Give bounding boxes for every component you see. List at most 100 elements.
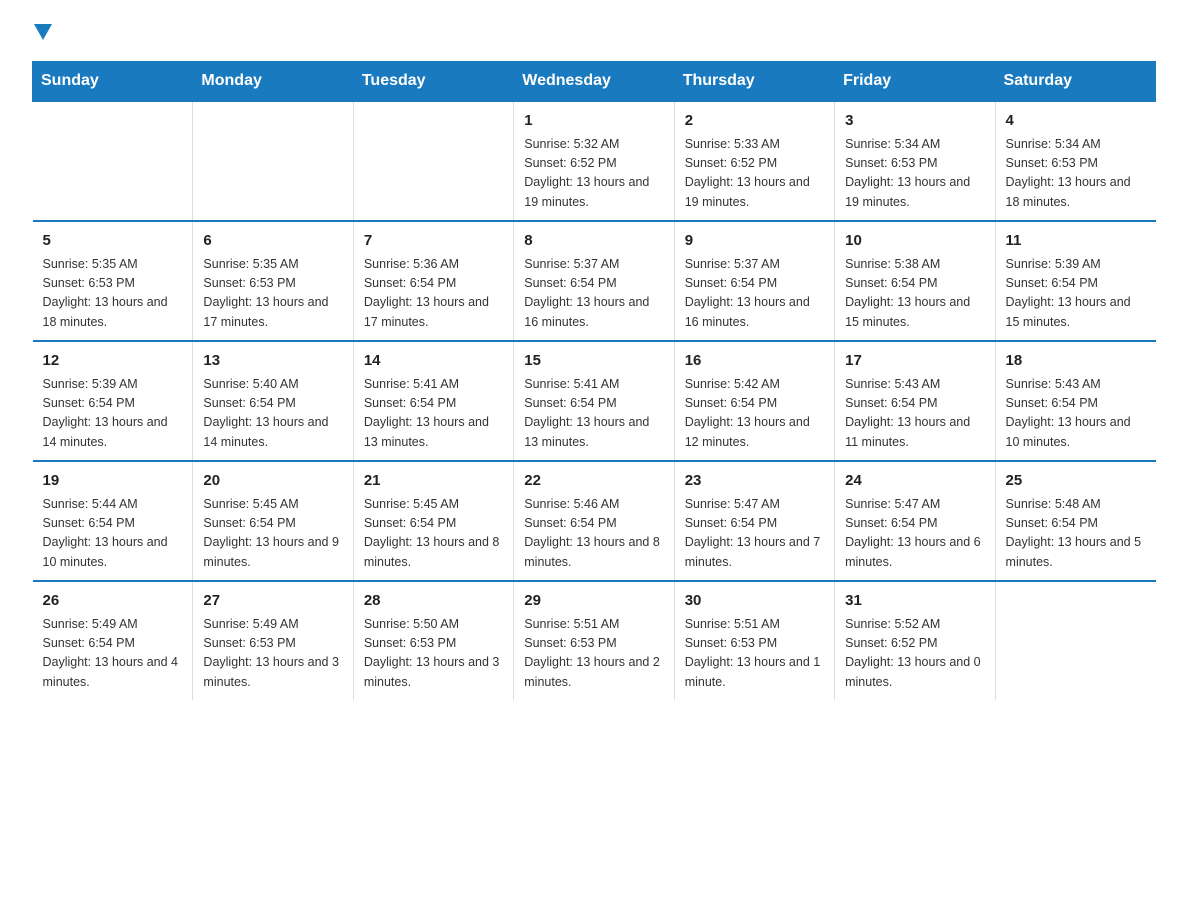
calendar-week-row: 19Sunrise: 5:44 AM Sunset: 6:54 PM Dayli…: [33, 461, 1156, 581]
day-info: Sunrise: 5:44 AM Sunset: 6:54 PM Dayligh…: [43, 495, 183, 573]
calendar-day-cell: 5Sunrise: 5:35 AM Sunset: 6:53 PM Daylig…: [33, 221, 193, 341]
day-number: 14: [364, 350, 503, 373]
day-number: 10: [845, 230, 984, 253]
day-number: 28: [364, 590, 503, 613]
day-info: Sunrise: 5:41 AM Sunset: 6:54 PM Dayligh…: [524, 375, 663, 453]
day-number: 18: [1006, 350, 1146, 373]
calendar-day-cell: 4Sunrise: 5:34 AM Sunset: 6:53 PM Daylig…: [995, 101, 1155, 221]
calendar-day-cell: 28Sunrise: 5:50 AM Sunset: 6:53 PM Dayli…: [353, 581, 513, 700]
day-number: 8: [524, 230, 663, 253]
calendar-header-row: SundayMondayTuesdayWednesdayThursdayFrid…: [33, 62, 1156, 102]
day-number: 12: [43, 350, 183, 373]
day-number: 30: [685, 590, 824, 613]
day-number: 27: [203, 590, 342, 613]
logo: [32, 24, 54, 45]
day-info: Sunrise: 5:41 AM Sunset: 6:54 PM Dayligh…: [364, 375, 503, 453]
calendar-day-cell: 8Sunrise: 5:37 AM Sunset: 6:54 PM Daylig…: [514, 221, 674, 341]
calendar-day-cell: [353, 101, 513, 221]
calendar-day-cell: [995, 581, 1155, 700]
day-number: 11: [1006, 230, 1146, 253]
calendar-day-cell: 27Sunrise: 5:49 AM Sunset: 6:53 PM Dayli…: [193, 581, 353, 700]
day-number: 5: [43, 230, 183, 253]
day-number: 3: [845, 110, 984, 133]
day-number: 2: [685, 110, 824, 133]
calendar-table: SundayMondayTuesdayWednesdayThursdayFrid…: [32, 61, 1156, 700]
day-info: Sunrise: 5:50 AM Sunset: 6:53 PM Dayligh…: [364, 615, 503, 693]
day-info: Sunrise: 5:43 AM Sunset: 6:54 PM Dayligh…: [845, 375, 984, 453]
calendar-day-cell: 14Sunrise: 5:41 AM Sunset: 6:54 PM Dayli…: [353, 341, 513, 461]
day-number: 29: [524, 590, 663, 613]
day-info: Sunrise: 5:51 AM Sunset: 6:53 PM Dayligh…: [685, 615, 824, 693]
calendar-day-cell: 19Sunrise: 5:44 AM Sunset: 6:54 PM Dayli…: [33, 461, 193, 581]
day-number: 4: [1006, 110, 1146, 133]
calendar-day-cell: 25Sunrise: 5:48 AM Sunset: 6:54 PM Dayli…: [995, 461, 1155, 581]
calendar-day-cell: 6Sunrise: 5:35 AM Sunset: 6:53 PM Daylig…: [193, 221, 353, 341]
day-number: 6: [203, 230, 342, 253]
day-info: Sunrise: 5:39 AM Sunset: 6:54 PM Dayligh…: [43, 375, 183, 453]
calendar-day-cell: 23Sunrise: 5:47 AM Sunset: 6:54 PM Dayli…: [674, 461, 834, 581]
day-info: Sunrise: 5:46 AM Sunset: 6:54 PM Dayligh…: [524, 495, 663, 573]
calendar-day-cell: 24Sunrise: 5:47 AM Sunset: 6:54 PM Dayli…: [835, 461, 995, 581]
calendar-day-cell: 26Sunrise: 5:49 AM Sunset: 6:54 PM Dayli…: [33, 581, 193, 700]
calendar-week-row: 5 Sunrise: 5:35 AM Sunset: 6:53 PM Daylig…: [33, 221, 1156, 341]
day-number: 17: [845, 350, 984, 373]
day-number: 13: [203, 350, 342, 373]
calendar-day-cell: 1Sunrise: 5:32 AM Sunset: 6:52 PM Daylig…: [514, 101, 674, 221]
day-info: Sunrise: 5:37 AM Sunset: 6:54 PM Dayligh…: [685, 255, 824, 333]
day-number: 7: [364, 230, 503, 253]
day-info: Sunrise: 5:40 AM Sunset: 6:54 PM Dayligh…: [203, 375, 342, 453]
day-info: Sunrise: 5:49 AM Sunset: 6:54 PM Dayligh…: [43, 615, 183, 693]
day-info: Sunrise: 5:49 AM Sunset: 6:53 PM Dayligh…: [203, 615, 342, 693]
day-info: Sunrise: 5:35 AM Sunset: 6:53 PM Dayligh…: [203, 255, 342, 333]
day-number: 19: [43, 470, 183, 493]
day-number: 15: [524, 350, 663, 373]
day-info: Sunrise: 5:43 AM Sunset: 6:54 PM Dayligh…: [1006, 375, 1146, 453]
day-info: Sunrise: 5:48 AM Sunset: 6:54 PM Dayligh…: [1006, 495, 1146, 573]
calendar-week-row: 26Sunrise: 5:49 AM Sunset: 6:54 PM Dayli…: [33, 581, 1156, 700]
day-number: 20: [203, 470, 342, 493]
day-info: Sunrise: 5:45 AM Sunset: 6:54 PM Dayligh…: [364, 495, 503, 573]
day-number: 25: [1006, 470, 1146, 493]
calendar-day-cell: 7Sunrise: 5:36 AM Sunset: 6:54 PM Daylig…: [353, 221, 513, 341]
calendar-day-cell: 11Sunrise: 5:39 AM Sunset: 6:54 PM Dayli…: [995, 221, 1155, 341]
day-info: Sunrise: 5:34 AM Sunset: 6:53 PM Dayligh…: [845, 135, 984, 213]
calendar-day-cell: [193, 101, 353, 221]
calendar-day-cell: 2Sunrise: 5:33 AM Sunset: 6:52 PM Daylig…: [674, 101, 834, 221]
calendar-day-cell: 13Sunrise: 5:40 AM Sunset: 6:54 PM Dayli…: [193, 341, 353, 461]
calendar-week-row: 1Sunrise: 5:32 AM Sunset: 6:52 PM Daylig…: [33, 101, 1156, 221]
calendar-day-header: Tuesday: [353, 62, 513, 102]
calendar-day-cell: 21Sunrise: 5:45 AM Sunset: 6:54 PM Dayli…: [353, 461, 513, 581]
calendar-day-header: Wednesday: [514, 62, 674, 102]
day-number: 16: [685, 350, 824, 373]
calendar-day-header: Thursday: [674, 62, 834, 102]
logo-arrow-icon: [34, 24, 52, 40]
day-info: Sunrise: 5:34 AM Sunset: 6:53 PM Dayligh…: [1006, 135, 1146, 213]
day-number: 9: [685, 230, 824, 253]
day-number: 1: [524, 110, 663, 133]
calendar-day-cell: 15Sunrise: 5:41 AM Sunset: 6:54 PM Dayli…: [514, 341, 674, 461]
calendar-day-cell: 30Sunrise: 5:51 AM Sunset: 6:53 PM Dayli…: [674, 581, 834, 700]
calendar-week-row: 12Sunrise: 5:39 AM Sunset: 6:54 PM Dayli…: [33, 341, 1156, 461]
day-number: 22: [524, 470, 663, 493]
day-number: 24: [845, 470, 984, 493]
day-info: Sunrise: 5:47 AM Sunset: 6:54 PM Dayligh…: [685, 495, 824, 573]
day-info: Sunrise: 5:52 AM Sunset: 6:52 PM Dayligh…: [845, 615, 984, 693]
calendar-day-cell: [33, 101, 193, 221]
day-info: Sunrise: 5:47 AM Sunset: 6:54 PM Dayligh…: [845, 495, 984, 573]
calendar-day-header: Friday: [835, 62, 995, 102]
day-info: Sunrise: 5:36 AM Sunset: 6:54 PM Dayligh…: [364, 255, 503, 333]
day-info: Sunrise: 5:32 AM Sunset: 6:52 PM Dayligh…: [524, 135, 663, 213]
calendar-day-cell: 3Sunrise: 5:34 AM Sunset: 6:53 PM Daylig…: [835, 101, 995, 221]
day-number: 31: [845, 590, 984, 613]
calendar-day-cell: 16Sunrise: 5:42 AM Sunset: 6:54 PM Dayli…: [674, 341, 834, 461]
day-info: Sunrise: 5:51 AM Sunset: 6:53 PM Dayligh…: [524, 615, 663, 693]
calendar-day-cell: 29Sunrise: 5:51 AM Sunset: 6:53 PM Dayli…: [514, 581, 674, 700]
day-info: Sunrise: 5:45 AM Sunset: 6:54 PM Dayligh…: [203, 495, 342, 573]
calendar-day-header: Saturday: [995, 62, 1155, 102]
day-info: Sunrise: 5:37 AM Sunset: 6:54 PM Dayligh…: [524, 255, 663, 333]
calendar-day-header: Sunday: [33, 62, 193, 102]
calendar-day-cell: 18Sunrise: 5:43 AM Sunset: 6:54 PM Dayli…: [995, 341, 1155, 461]
page-header: [32, 24, 1156, 45]
day-info: Sunrise: 5:33 AM Sunset: 6:52 PM Dayligh…: [685, 135, 824, 213]
day-number: 26: [43, 590, 183, 613]
